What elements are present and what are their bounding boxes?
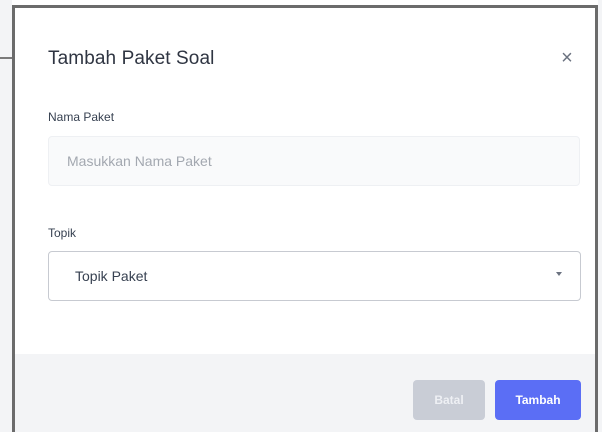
nama-paket-input[interactable] [48, 136, 580, 186]
nama-paket-label: Nama Paket [48, 110, 115, 124]
backdrop-divider [0, 57, 12, 59]
screen: Tambah Paket Soal × Nama Paket Topik Top… [0, 0, 602, 432]
cancel-button[interactable]: Batal [413, 380, 485, 420]
topik-selected-value: Topik Paket [75, 268, 148, 284]
topik-label: Topik [48, 226, 77, 240]
close-icon[interactable]: × [557, 48, 577, 68]
page-backdrop-right [598, 0, 602, 432]
add-button[interactable]: Tambah [495, 380, 581, 420]
page-backdrop [0, 0, 12, 432]
modal-footer: Batal Tambah [15, 354, 595, 432]
modal-title: Tambah Paket Soal [48, 48, 215, 69]
topik-select[interactable]: Topik Paket [48, 251, 581, 301]
add-package-modal: Tambah Paket Soal × Nama Paket Topik Top… [12, 5, 598, 432]
caret-down-icon [556, 272, 562, 276]
modal-header: Tambah Paket Soal × [15, 8, 595, 98]
